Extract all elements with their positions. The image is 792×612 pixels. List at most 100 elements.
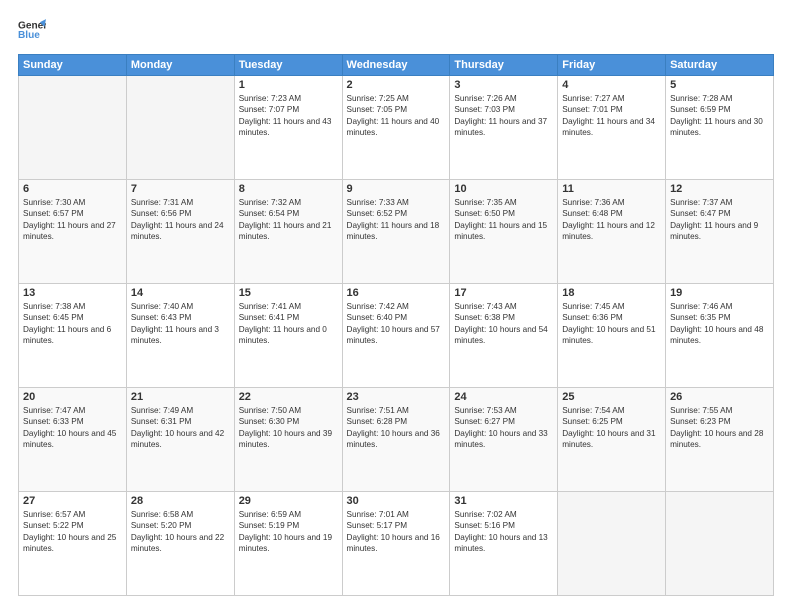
day-number: 12 [670, 183, 769, 195]
day-info: Sunrise: 6:59 AMSunset: 5:19 PMDaylight:… [239, 509, 338, 555]
svg-text:Blue: Blue [18, 30, 40, 41]
day-cell: 31 Sunrise: 7:02 AMSunset: 5:16 PMDayligh… [450, 492, 558, 596]
week-row-5: 27 Sunrise: 6:57 AMSunset: 5:22 PMDayligh… [19, 492, 774, 596]
day-cell: 23 Sunrise: 7:51 AMSunset: 6:28 PMDayligh… [342, 388, 450, 492]
day-number: 18 [562, 287, 661, 299]
day-number: 13 [23, 287, 122, 299]
day-number: 19 [670, 287, 769, 299]
day-cell: 11 Sunrise: 7:36 AMSunset: 6:48 PMDayligh… [558, 180, 666, 284]
weekday-sunday: Sunday [19, 55, 127, 76]
weekday-saturday: Saturday [666, 55, 774, 76]
week-row-3: 13 Sunrise: 7:38 AMSunset: 6:45 PMDayligh… [19, 284, 774, 388]
day-cell: 10Sunrise: 7:35 AMSunset: 6:50 PMDayligh… [450, 180, 558, 284]
day-number: 27 [23, 495, 122, 507]
day-info: Sunrise: 7:23 AMSunset: 7:07 PMDaylight:… [239, 93, 338, 139]
header: General Blue [18, 16, 774, 44]
day-cell: 1 Sunrise: 7:23 AMSunset: 7:07 PMDaylight… [234, 76, 342, 180]
day-number: 20 [23, 391, 122, 403]
day-number: 9 [347, 183, 446, 195]
day-number: 17 [454, 287, 553, 299]
day-cell: 29 Sunrise: 6:59 AMSunset: 5:19 PMDayligh… [234, 492, 342, 596]
day-info: Sunrise: 7:38 AMSunset: 6:45 PMDaylight:… [23, 301, 122, 347]
day-cell: 24 Sunrise: 7:53 AMSunset: 6:27 PMDayligh… [450, 388, 558, 492]
weekday-wednesday: Wednesday [342, 55, 450, 76]
day-cell [558, 492, 666, 596]
day-number: 30 [347, 495, 446, 507]
day-info: Sunrise: 7:47 AMSunset: 6:33 PMDaylight:… [23, 405, 122, 451]
day-cell: 6 Sunrise: 7:30 AMSunset: 6:57 PMDaylight… [19, 180, 127, 284]
day-cell: 28Sunrise: 6:58 AMSunset: 5:20 PMDayligh… [126, 492, 234, 596]
calendar: SundayMondayTuesdayWednesdayThursdayFrid… [18, 54, 774, 596]
day-number: 15 [239, 287, 338, 299]
day-info: Sunrise: 7:26 AMSunset: 7:03 PMDaylight:… [454, 93, 553, 139]
day-info: Sunrise: 7:49 AMSunset: 6:31 PMDaylight:… [131, 405, 230, 451]
logo-icon: General Blue [18, 16, 46, 44]
day-cell: 2 Sunrise: 7:25 AMSunset: 7:05 PMDaylight… [342, 76, 450, 180]
day-number: 29 [239, 495, 338, 507]
day-cell: 14 Sunrise: 7:40 AMSunset: 6:43 PMDayligh… [126, 284, 234, 388]
day-cell [666, 492, 774, 596]
day-cell: 4 Sunrise: 7:27 AMSunset: 7:01 PMDaylight… [558, 76, 666, 180]
day-cell: 9 Sunrise: 7:33 AMSunset: 6:52 PMDaylight… [342, 180, 450, 284]
week-row-2: 6 Sunrise: 7:30 AMSunset: 6:57 PMDaylight… [19, 180, 774, 284]
day-number: 23 [347, 391, 446, 403]
day-cell: 17 Sunrise: 7:43 AMSunset: 6:38 PMDayligh… [450, 284, 558, 388]
day-cell: 30 Sunrise: 7:01 AMSunset: 5:17 PMDayligh… [342, 492, 450, 596]
day-info: Sunrise: 7:50 AMSunset: 6:30 PMDaylight:… [239, 405, 338, 451]
day-info: Sunrise: 7:36 AMSunset: 6:48 PMDaylight:… [562, 197, 661, 243]
day-cell: 12Sunrise: 7:37 AMSunset: 6:47 PMDayligh… [666, 180, 774, 284]
day-info: Sunrise: 7:41 AMSunset: 6:41 PMDaylight:… [239, 301, 338, 347]
day-info: Sunrise: 7:31 AMSunset: 6:56 PMDaylight:… [131, 197, 230, 243]
day-info: Sunrise: 7:30 AMSunset: 6:57 PMDaylight:… [23, 197, 122, 243]
day-number: 4 [562, 79, 661, 91]
weekday-monday: Monday [126, 55, 234, 76]
day-info: Sunrise: 7:51 AMSunset: 6:28 PMDaylight:… [347, 405, 446, 451]
day-cell [126, 76, 234, 180]
day-info: Sunrise: 7:28 AMSunset: 6:59 PMDaylight:… [670, 93, 769, 139]
day-info: Sunrise: 7:40 AMSunset: 6:43 PMDaylight:… [131, 301, 230, 347]
day-number: 5 [670, 79, 769, 91]
day-cell: 22 Sunrise: 7:50 AMSunset: 6:30 PMDayligh… [234, 388, 342, 492]
day-info: Sunrise: 7:33 AMSunset: 6:52 PMDaylight:… [347, 197, 446, 243]
day-info: Sunrise: 7:42 AMSunset: 6:40 PMDaylight:… [347, 301, 446, 347]
day-info: Sunrise: 7:27 AMSunset: 7:01 PMDaylight:… [562, 93, 661, 139]
day-info: Sunrise: 7:01 AMSunset: 5:17 PMDaylight:… [347, 509, 446, 555]
day-number: 1 [239, 79, 338, 91]
day-cell: 27 Sunrise: 6:57 AMSunset: 5:22 PMDayligh… [19, 492, 127, 596]
day-number: 14 [131, 287, 230, 299]
day-number: 2 [347, 79, 446, 91]
day-number: 22 [239, 391, 338, 403]
day-info: Sunrise: 7:54 AMSunset: 6:25 PMDaylight:… [562, 405, 661, 451]
day-cell: 19 Sunrise: 7:46 AMSunset: 6:35 PMDayligh… [666, 284, 774, 388]
day-cell: 16Sunrise: 7:42 AMSunset: 6:40 PMDayligh… [342, 284, 450, 388]
day-cell: 8Sunrise: 7:32 AMSunset: 6:54 PMDaylight… [234, 180, 342, 284]
day-info: Sunrise: 7:55 AMSunset: 6:23 PMDaylight:… [670, 405, 769, 451]
day-number: 25 [562, 391, 661, 403]
day-cell: 5 Sunrise: 7:28 AMSunset: 6:59 PMDaylight… [666, 76, 774, 180]
day-cell: 25 Sunrise: 7:54 AMSunset: 6:25 PMDayligh… [558, 388, 666, 492]
day-number: 28 [131, 495, 230, 507]
day-number: 31 [454, 495, 553, 507]
day-info: Sunrise: 7:02 AMSunset: 5:16 PMDaylight:… [454, 509, 553, 555]
day-number: 7 [131, 183, 230, 195]
day-cell: 18Sunrise: 7:45 AMSunset: 6:36 PMDayligh… [558, 284, 666, 388]
day-info: Sunrise: 7:43 AMSunset: 6:38 PMDaylight:… [454, 301, 553, 347]
day-info: Sunrise: 7:25 AMSunset: 7:05 PMDaylight:… [347, 93, 446, 139]
day-cell: 26 Sunrise: 7:55 AMSunset: 6:23 PMDayligh… [666, 388, 774, 492]
day-number: 24 [454, 391, 553, 403]
day-number: 26 [670, 391, 769, 403]
day-number: 8 [239, 183, 338, 195]
day-info: Sunrise: 7:46 AMSunset: 6:35 PMDaylight:… [670, 301, 769, 347]
day-number: 3 [454, 79, 553, 91]
day-info: Sunrise: 7:53 AMSunset: 6:27 PMDaylight:… [454, 405, 553, 451]
day-cell: 7 Sunrise: 7:31 AMSunset: 6:56 PMDaylight… [126, 180, 234, 284]
day-cell: 3 Sunrise: 7:26 AMSunset: 7:03 PMDaylight… [450, 76, 558, 180]
day-number: 10 [454, 183, 553, 195]
day-number: 11 [562, 183, 661, 195]
day-number: 6 [23, 183, 122, 195]
logo: General Blue [18, 16, 46, 44]
day-cell [19, 76, 127, 180]
day-cell: 15 Sunrise: 7:41 AMSunset: 6:41 PMDayligh… [234, 284, 342, 388]
page: General Blue SundayMondayTuesdayWednesda… [0, 0, 792, 612]
day-info: Sunrise: 6:57 AMSunset: 5:22 PMDaylight:… [23, 509, 122, 555]
